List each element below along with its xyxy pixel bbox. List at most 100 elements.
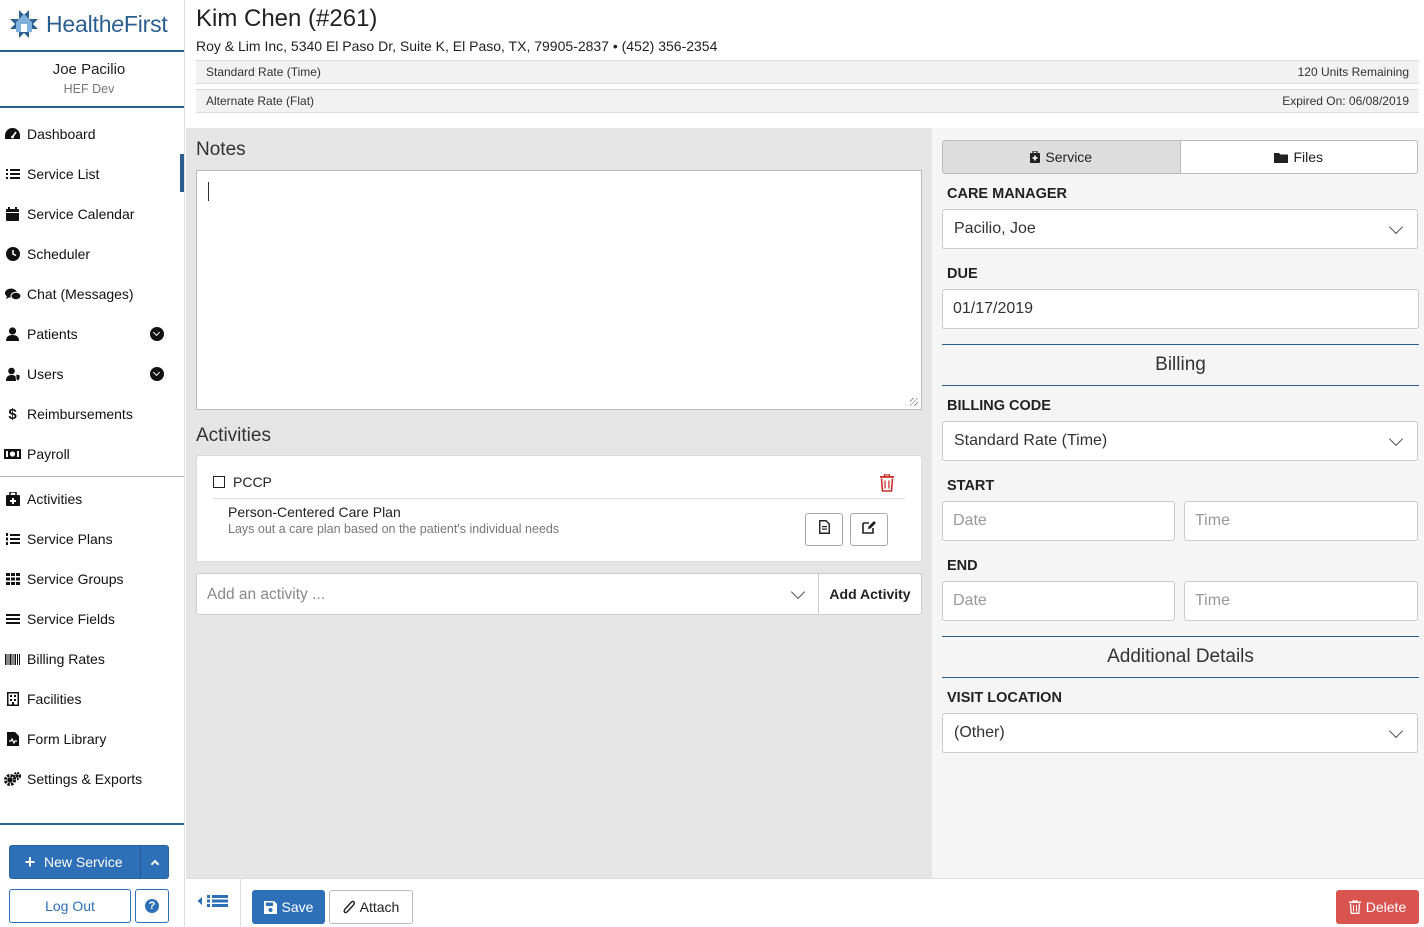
user-shield-icon (4, 366, 21, 382)
nav-payroll[interactable]: Payroll (0, 434, 184, 474)
nav-label: Dashboard (27, 126, 96, 142)
nav-scheduler[interactable]: Scheduler (0, 234, 184, 274)
service-panel: Service Files CARE MANAGER Pacilio, Joe … (932, 128, 1424, 878)
visit-location-select[interactable]: (Other) (942, 713, 1418, 753)
care-manager-value: Pacilio, Joe (954, 220, 1036, 237)
divider (213, 498, 905, 499)
care-manager-select[interactable]: Pacilio, Joe (942, 209, 1418, 249)
brand-logo[interactable]: HealtheFirst (8, 6, 168, 42)
attach-label: Attach (359, 899, 400, 915)
list-icon (4, 166, 21, 182)
patient-address: Roy & Lim Inc, 5340 El Paso Dr, Suite K,… (196, 38, 718, 54)
due-date-input[interactable]: 01/17/2019 (942, 289, 1419, 329)
action-bar: Save Attach Delete (186, 878, 1424, 927)
notes-title: Notes (196, 139, 246, 160)
nav-service-plans[interactable]: Service Plans (0, 519, 184, 559)
plus-icon: + (24, 851, 36, 872)
chevron-down-icon[interactable] (790, 584, 806, 600)
trash-icon (1348, 900, 1361, 914)
help-button[interactable]: ? (135, 889, 169, 923)
start-time-input[interactable]: Time (1184, 501, 1418, 541)
save-button[interactable]: Save (252, 890, 325, 924)
rate-status: Expired On: 06/08/2019 (1282, 94, 1409, 108)
nav-label: Billing Rates (27, 651, 105, 667)
dashboard-icon (4, 126, 21, 142)
nav-billing-rates[interactable]: Billing Rates (0, 639, 184, 679)
trash-icon[interactable] (879, 473, 895, 492)
billing-section-title: Billing (942, 344, 1419, 386)
medkit-icon (1030, 151, 1041, 163)
grid-icon (4, 571, 21, 587)
list-ol-icon (4, 531, 21, 547)
text-caret (208, 182, 209, 201)
nav-label: Service Plans (27, 531, 113, 547)
chat-icon (4, 286, 21, 302)
user-icon (4, 326, 21, 342)
divider (0, 50, 184, 52)
divider (0, 476, 184, 477)
money-icon (4, 446, 21, 462)
building-icon (4, 691, 21, 707)
nav-users[interactable]: Users (0, 354, 184, 394)
start-date-input[interactable]: Date (942, 501, 1175, 541)
chevron-down-icon (1388, 219, 1404, 235)
notes-textarea[interactable] (196, 170, 922, 410)
toggle-list-button[interactable] (186, 879, 241, 927)
add-activity-row: Add an activity ... Add Activity (196, 573, 922, 615)
resize-handle[interactable] (910, 398, 918, 406)
add-activity-button[interactable]: Add Activity (818, 574, 921, 614)
view-form-button[interactable] (805, 513, 843, 546)
tab-files[interactable]: Files (1181, 141, 1418, 173)
chevron-down-icon[interactable] (150, 367, 164, 381)
rate-row: Standard Rate (Time) 120 Units Remaining (196, 60, 1419, 84)
visit-location-value: (Other) (954, 724, 1005, 741)
dollar-icon: $ (8, 405, 17, 423)
nav-label: Scheduler (27, 246, 91, 262)
billing-code-select[interactable]: Standard Rate (Time) (942, 421, 1418, 461)
page-title: Kim Chen (#261) (196, 5, 378, 32)
add-activity-select[interactable]: Add an activity ... (207, 586, 325, 604)
nav-activities[interactable]: Activities (0, 479, 184, 519)
nav-label: Service Fields (27, 611, 115, 627)
new-service-dropdown-toggle[interactable] (140, 846, 168, 878)
nav-reimbursements[interactable]: $ Reimbursements (0, 394, 184, 434)
due-label: DUE (947, 266, 978, 282)
new-service-button[interactable]: + New Service (9, 845, 169, 879)
edit-button[interactable] (850, 513, 888, 546)
logout-button[interactable]: Log Out (9, 889, 131, 923)
nav-form-library[interactable]: Form Library (0, 719, 184, 759)
nav-service-fields[interactable]: Service Fields (0, 599, 184, 639)
activities-title: Activities (196, 425, 271, 446)
nav-label: Reimbursements (27, 406, 133, 422)
nav-service-list[interactable]: Service List (0, 154, 184, 194)
nav-patients[interactable]: Patients (0, 314, 184, 354)
file-icon (818, 520, 830, 539)
secondary-nav: Activities Service Plans Service Groups … (0, 479, 184, 799)
save-label: Save (281, 899, 314, 915)
nav-service-calendar[interactable]: Service Calendar (0, 194, 184, 234)
clock-icon (4, 246, 21, 262)
end-date-input[interactable]: Date (942, 581, 1175, 621)
activity-name: Person-Centered Care Plan (228, 504, 401, 520)
nav-chat[interactable]: Chat (Messages) (0, 274, 184, 314)
chevron-down-icon[interactable] (150, 327, 164, 341)
nav-service-groups[interactable]: Service Groups (0, 559, 184, 599)
tab-service[interactable]: Service (943, 141, 1181, 173)
activity-code: PCCP (233, 474, 272, 490)
new-service-label: New Service (44, 854, 123, 870)
end-time-input[interactable]: Time (1184, 581, 1418, 621)
rate-name: Alternate Rate (Flat) (206, 94, 315, 108)
patient-header: Kim Chen (#261) Roy & Lim Inc, 5340 El P… (186, 0, 1424, 128)
nav-settings-exports[interactable]: Settings & Exports (0, 759, 184, 799)
bars-icon (4, 611, 21, 627)
nav-label: Users (27, 366, 64, 382)
logo-mark-icon (8, 8, 40, 40)
nav-label: Payroll (27, 446, 70, 462)
nav-facilities[interactable]: Facilities (0, 679, 184, 719)
delete-button[interactable]: Delete (1336, 890, 1419, 924)
nav-label: Service Calendar (27, 206, 135, 222)
attach-button[interactable]: Attach (329, 890, 413, 924)
nav-dashboard[interactable]: Dashboard (0, 114, 184, 154)
start-label: START (947, 478, 995, 494)
activity-checkbox[interactable] (213, 476, 225, 488)
